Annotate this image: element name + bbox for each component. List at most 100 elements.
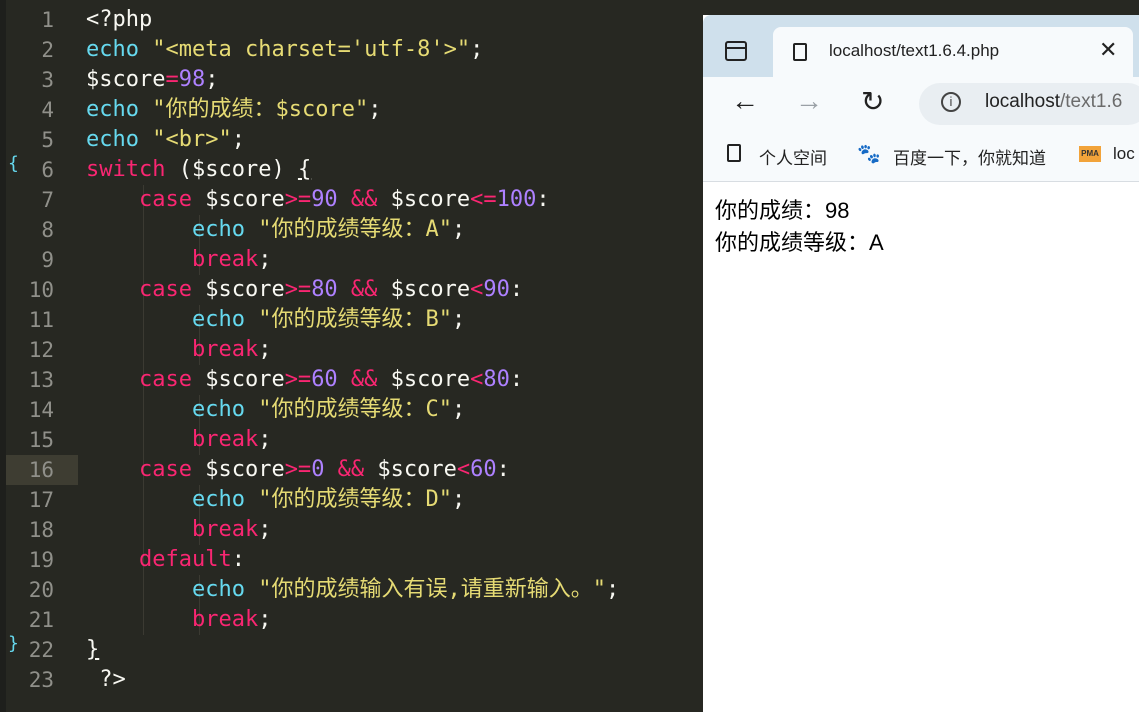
keyword-echo: echo — [191, 577, 245, 602]
code-token: : — [509, 277, 524, 302]
code-line[interactable]: 20 echo "你的成绩输入有误,请重新输入。"; — [0, 575, 703, 605]
code-line[interactable]: 8 echo "你的成绩等级：A"; — [0, 215, 703, 245]
keyword-echo: echo — [86, 97, 139, 122]
code-token: && — [337, 277, 391, 302]
line-number: 3 — [41, 68, 54, 92]
code-line[interactable]: 13 case $score>=60 && $score<80: — [0, 365, 703, 395]
code-token: >= — [284, 277, 312, 302]
code-token: <= — [470, 187, 497, 212]
address-bar[interactable]: i localhost/text1.6 — [919, 83, 1139, 125]
keyword-echo: echo — [191, 307, 245, 332]
semicolon: ; — [470, 37, 484, 62]
close-tab-icon[interactable]: ✕ — [1099, 37, 1117, 63]
code-line[interactable]: 21 break; — [0, 605, 703, 635]
code-token: $score — [377, 457, 457, 482]
line-number: 12 — [28, 338, 54, 362]
bookmark-label: 百度一下，你就知道 — [893, 149, 1046, 168]
code-token: && — [324, 457, 378, 482]
line-number: 15 — [28, 428, 54, 452]
close-brace: } — [86, 637, 100, 662]
code-text: $score=98; — [86, 68, 218, 92]
code-token: $score — [191, 187, 285, 212]
code-editor[interactable]: 1 <?php 2 echo "<meta charset='utf-8'>"; 3 $s… — [0, 0, 703, 712]
code-line[interactable]: 12 break; — [0, 335, 703, 365]
code-line[interactable]: 3 $score=98; — [0, 65, 703, 95]
code-line[interactable]: 7 case $score>=90 && $score<=100: — [0, 185, 703, 215]
semicolon: ; — [258, 337, 272, 362]
code-text: case $score>=80 && $score<90: — [86, 278, 523, 302]
code-line[interactable]: 4 echo "你的成绩：$score"; — [0, 95, 703, 125]
line-number: 5 — [41, 128, 54, 152]
browser-tab[interactable]: localhost/text1.6.4.php ✕ — [773, 27, 1133, 77]
code-text: echo "你的成绩：$score"; — [86, 98, 381, 122]
reload-icon[interactable]: ↻ — [861, 85, 884, 118]
line-number: 22 — [28, 638, 54, 662]
line-number: 23 — [28, 668, 54, 692]
bookmark-label: 个人空间 — [759, 149, 827, 168]
code-token: $score — [191, 367, 285, 392]
code-text: break; — [86, 338, 271, 362]
code-token: $score — [390, 277, 471, 302]
bookmarks-bar: 个人空间 🐾 百度一下，你就知道 PMA loc — [703, 131, 1139, 182]
code-line[interactable]: 19 default: — [0, 545, 703, 575]
keyword-echo: echo — [191, 397, 245, 422]
keyword-break: break — [191, 337, 259, 362]
code-text: ?> — [86, 668, 126, 692]
keyword-break: break — [191, 427, 259, 452]
code-text: case $score>=90 && $score<=100: — [86, 188, 550, 212]
keyword-case: case — [138, 277, 192, 302]
code-text: echo "你的成绩等级：A"; — [86, 218, 465, 242]
code-token: 60 — [470, 457, 497, 482]
code-line[interactable]: 16 case $score>=0 && $score<60: — [0, 455, 703, 485]
browser-toolbar: ← → ↻ i localhost/text1.6 — [703, 77, 1139, 131]
variable: $score — [86, 67, 166, 92]
code-line[interactable]: 5 echo "<br>"; — [0, 125, 703, 155]
code-text: echo "你的成绩等级：B"; — [86, 308, 465, 332]
code-line[interactable]: 9 break; — [0, 245, 703, 275]
forward-icon[interactable]: → — [795, 85, 823, 117]
back-icon[interactable]: ← — [731, 85, 759, 117]
code-line[interactable]: 11 echo "你的成绩等级：B"; — [0, 305, 703, 335]
operator: = — [165, 67, 179, 92]
browser-window: localhost/text1.6.4.php ✕ ← → ↻ i localh… — [703, 15, 1139, 712]
baidu-paw-icon: 🐾 — [857, 144, 881, 165]
code-token: 0 — [311, 457, 325, 482]
code-line[interactable]: 18 break; — [0, 515, 703, 545]
code-token: < — [470, 277, 484, 302]
info-icon[interactable]: i — [941, 92, 961, 112]
keyword-break: break — [191, 247, 259, 272]
tab-actions-icon[interactable] — [725, 41, 747, 61]
line-number: 7 — [41, 188, 54, 212]
line-number: 16 — [28, 458, 54, 482]
semicolon: ; — [258, 607, 272, 632]
code-text: switch ($score) { — [86, 158, 311, 182]
code-text: echo "你的成绩输入有误,请重新输入。"; — [86, 578, 619, 602]
code-line[interactable]: 1 <?php — [0, 5, 703, 35]
code-line[interactable]: {6 switch ($score) { — [0, 153, 703, 185]
code-line[interactable]: 15 break; — [0, 425, 703, 455]
line-number: 2 — [41, 38, 54, 62]
code-text: echo "<meta charset='utf-8'>"; — [86, 38, 483, 62]
code-text: <?php — [86, 8, 152, 32]
tab-bar: localhost/text1.6.4.php ✕ — [703, 15, 1139, 77]
string-literal: "你的成绩等级：B" — [258, 307, 452, 332]
code-line[interactable]: 10 case $score>=80 && $score<90: — [0, 275, 703, 305]
line-number: 4 — [41, 98, 54, 122]
url-text: localhost/text1.6 — [985, 91, 1122, 113]
keyword-case: case — [138, 187, 192, 212]
code-token: 90 — [483, 277, 510, 302]
line-number: 9 — [41, 248, 54, 272]
code-line[interactable]: } 22} — [0, 633, 703, 665]
open-brace: { — [297, 157, 312, 182]
semicolon: ; — [368, 97, 382, 122]
code-line[interactable]: 2 echo "<meta charset='utf-8'>"; — [0, 35, 703, 65]
code-token: $score — [191, 277, 285, 302]
code-line[interactable]: 17 echo "你的成绩等级：D"; — [0, 485, 703, 515]
url-host: localhost — [985, 91, 1060, 112]
page-content: 你的成绩：98 你的成绩等级：A — [703, 181, 1139, 273]
number-literal: 98 — [178, 67, 206, 92]
line-number: 1 — [41, 8, 54, 32]
code-line[interactable]: 14 echo "你的成绩等级：C"; — [0, 395, 703, 425]
semicolon: ; — [451, 397, 466, 422]
code-line[interactable]: 23 ?> — [0, 665, 703, 695]
